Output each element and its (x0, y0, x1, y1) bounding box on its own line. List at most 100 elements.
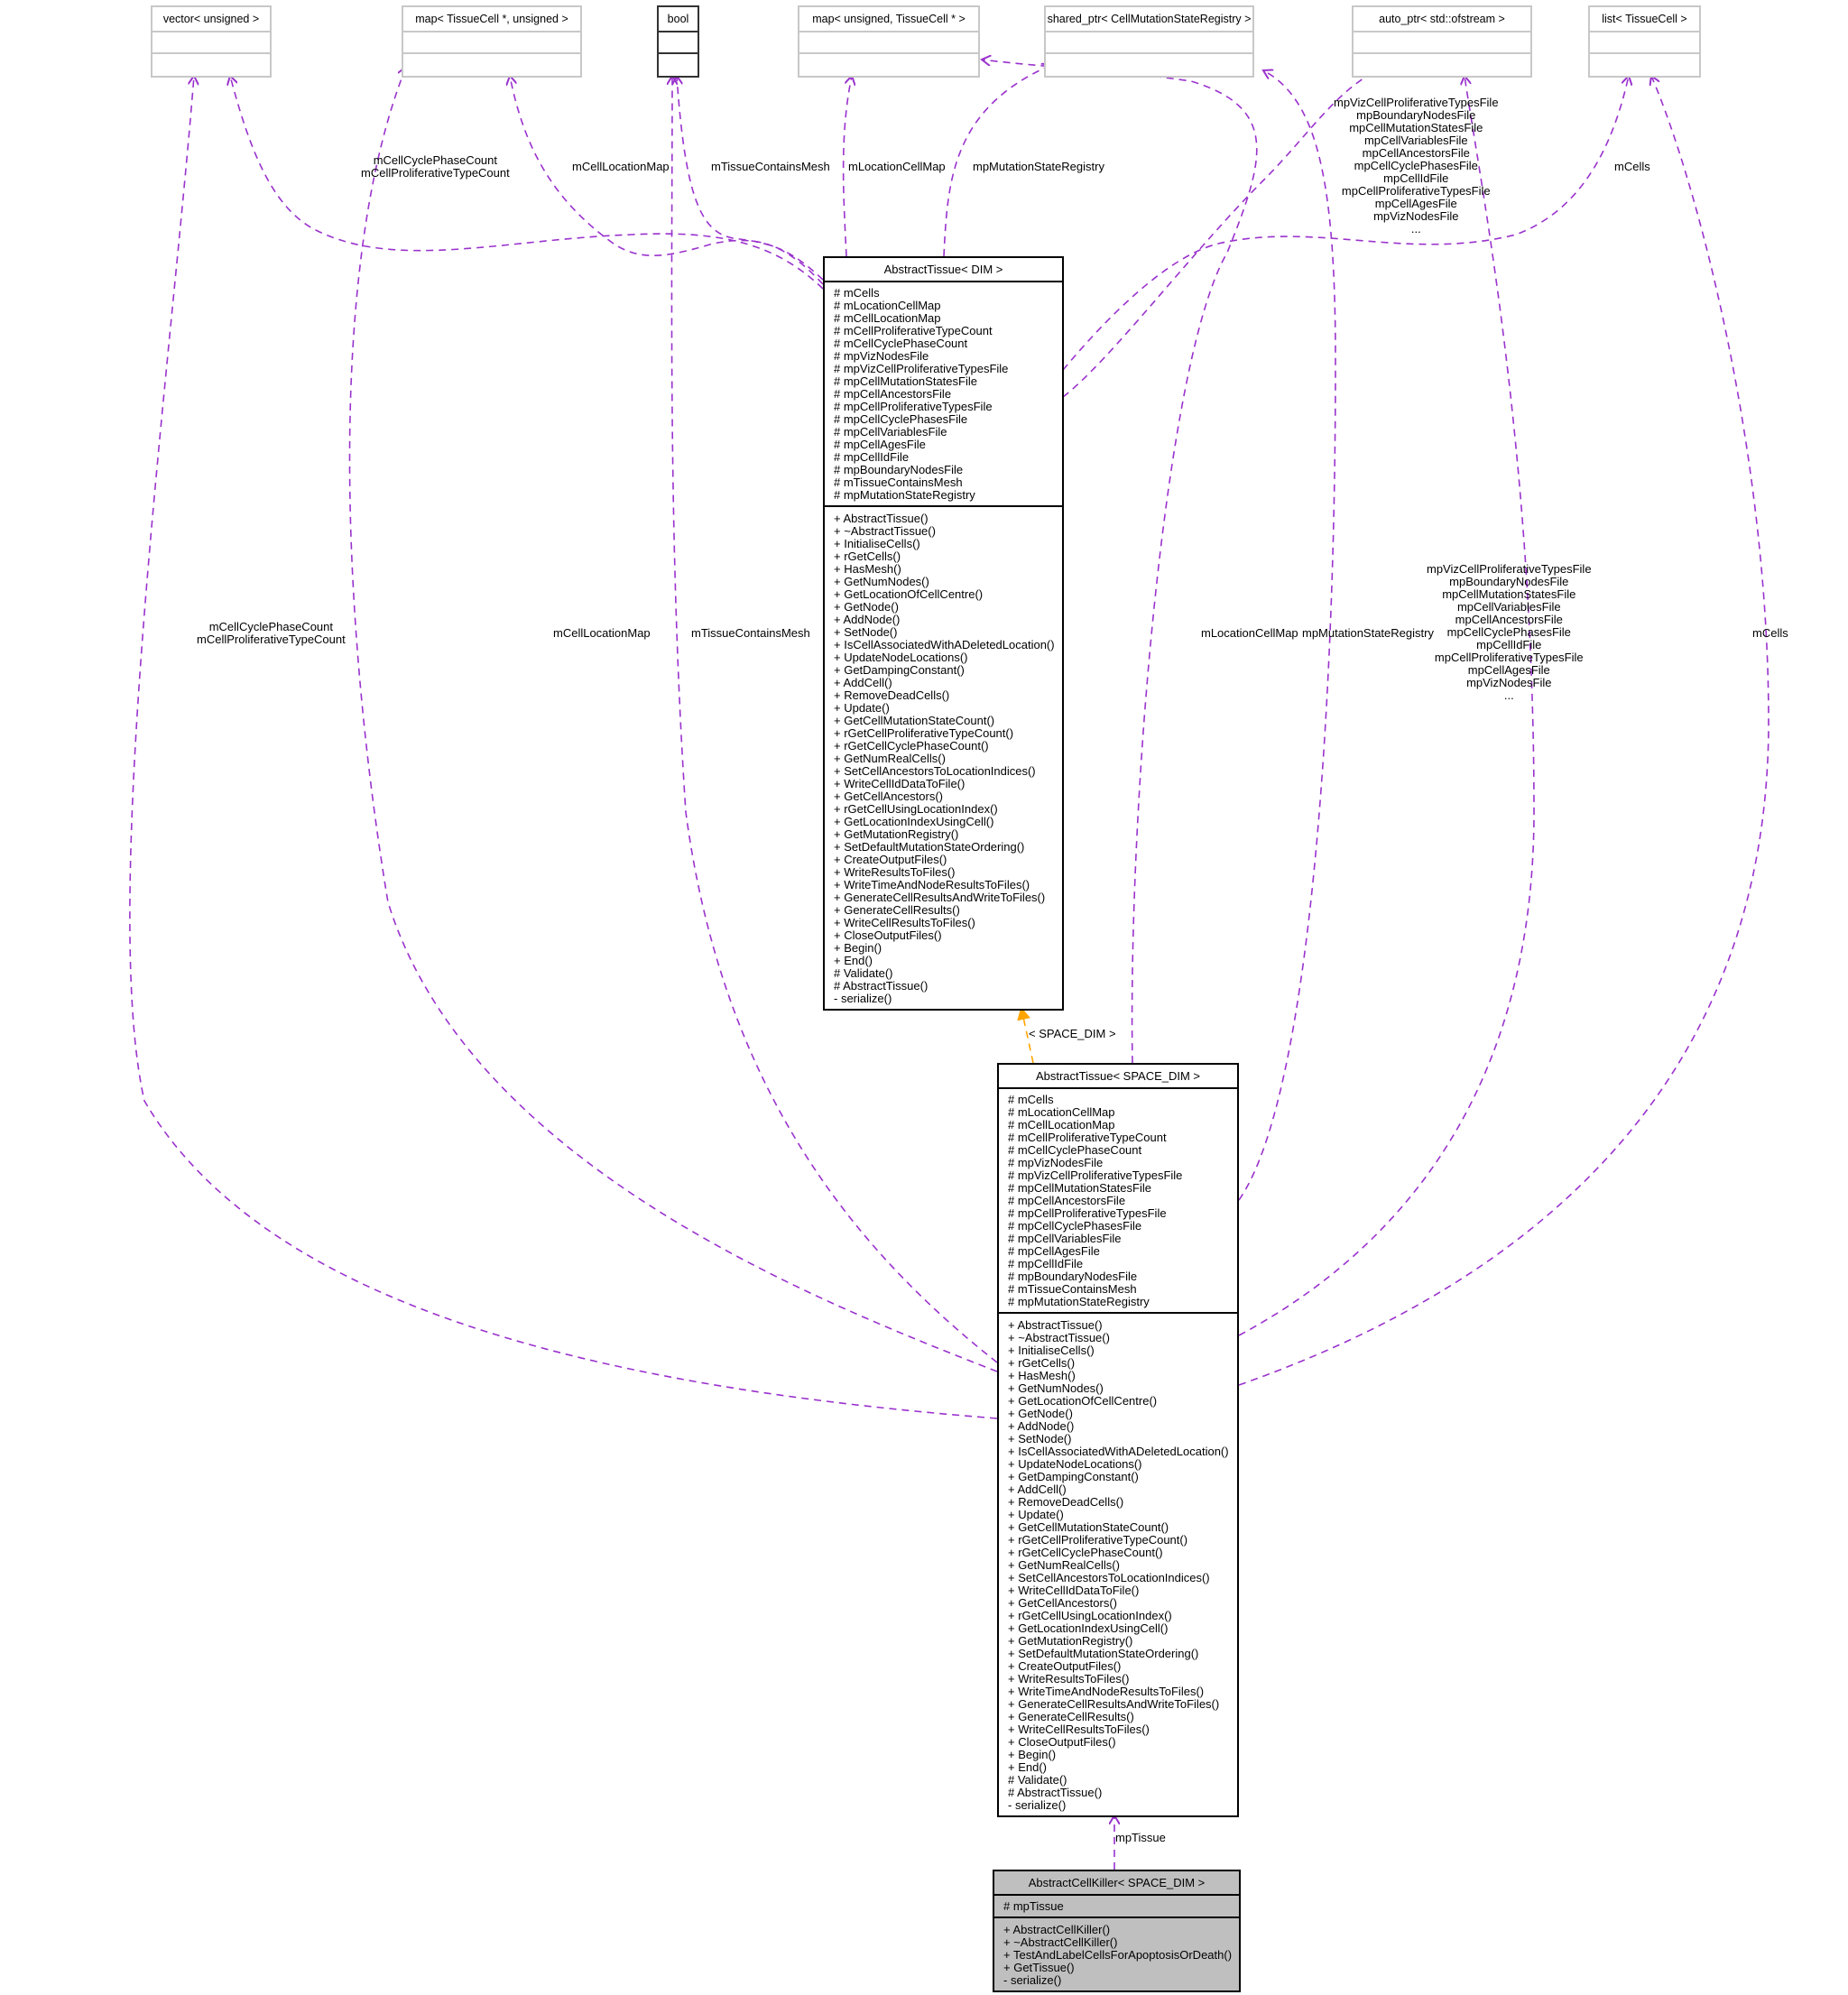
type-method-section (659, 54, 698, 76)
class-method: + AbstractTissue() (834, 512, 929, 525)
edge-dim-map-cell-unsigned (510, 76, 824, 285)
edge-label-line: mpCellProliferativeTypesFile (1434, 651, 1584, 664)
class-method: + HasMesh() (1008, 1369, 1076, 1382)
class-method: + HasMesh() (834, 562, 901, 576)
class-method: + rGetCellCyclePhaseCount() (1008, 1546, 1163, 1559)
class-method: + rGetCells() (834, 550, 901, 563)
class-method: + GetTissue() (1003, 1961, 1075, 1974)
class-attribute: # mpCellAncestorsFile (834, 387, 952, 401)
class-method: + GetDampingConstant() (1008, 1470, 1139, 1483)
type-title: map< unsigned, TissueCell * > (799, 7, 978, 32)
type-auto-ptr-ofstream[interactable]: auto_ptr< std::ofstream > (1352, 5, 1532, 78)
edge-label-line: mpCellProliferativeTypesFile (1341, 184, 1491, 198)
edge-label-line: mCellCyclePhaseCount (208, 620, 333, 633)
edge-label-line: mpCellAgesFile (1374, 197, 1457, 210)
class-method: # AbstractTissue() (834, 979, 929, 993)
class-method: + rGetCellUsingLocationIndex() (834, 802, 998, 816)
class-abstract-tissue-space-dim[interactable]: AbstractTissue< SPACE_DIM > # mCells # mL… (997, 1063, 1239, 1817)
type-vector-unsigned[interactable]: vector< unsigned > (151, 5, 272, 78)
class-methods: + AbstractTissue() + ~AbstractTissue() + I… (999, 1314, 1237, 1815)
class-method: + WriteTimeAndNodeResultsToFiles() (834, 878, 1030, 891)
class-abstract-cell-killer[interactable]: AbstractCellKiller< SPACE_DIM > # mpTiss… (993, 1870, 1241, 1992)
edge-label-line: mpCellAncestorsFile (1362, 146, 1470, 160)
class-attribute: # mpCellAgesFile (1008, 1244, 1100, 1258)
class-method: + GetMutationRegistry() (1008, 1634, 1133, 1648)
edge-label-upper-location-cell-map: mLocationCellMap (848, 161, 946, 173)
class-attribute: # mpCellMutationStatesFile (834, 374, 977, 388)
class-attribute: # mCellProliferativeTypeCount (834, 324, 993, 337)
class-attribute: # mpVizNodesFile (1008, 1156, 1104, 1169)
class-method: - serialize() (834, 992, 892, 1005)
edge-label-line: mpCellVariablesFile (1456, 600, 1561, 614)
class-method: + GetLocationIndexUsingCell() (834, 815, 994, 828)
class-title: AbstractCellKiller< SPACE_DIM > (994, 1871, 1239, 1896)
type-attr-section (1590, 32, 1699, 54)
class-attribute: # mpBoundaryNodesFile (834, 463, 964, 476)
edge-label-line: mpCellMutationStatesFile (1349, 121, 1483, 134)
class-method: + Begin() (1008, 1748, 1057, 1761)
class-method: + WriteCellResultsToFiles() (1008, 1723, 1150, 1736)
class-method: + GetNumNodes() (834, 575, 929, 588)
type-attr-section (403, 32, 580, 54)
type-title: vector< unsigned > (152, 7, 270, 32)
edge-label-lower-tissue-contains-mesh: mTissueContainsMesh (691, 627, 810, 640)
class-attribute: # mCellLocationMap (834, 311, 941, 325)
edge-label-line: mpVizCellProliferativeTypesFile (1427, 562, 1592, 576)
edge-label-line: mpVizCellProliferativeTypesFile (1334, 96, 1499, 109)
class-method: + SetCellAncestorsToLocationIndices() (1008, 1571, 1210, 1584)
class-method: + GenerateCellResults() (834, 903, 960, 917)
edge-label-lower-mutation-state-registry: mpMutationStateRegistry (1302, 627, 1434, 640)
class-method: + ~AbstractTissue() (834, 524, 936, 538)
class-method: + RemoveDeadCells() (1008, 1495, 1124, 1509)
class-abstract-tissue-dim[interactable]: AbstractTissue< DIM > # mCells # mLocatio… (823, 256, 1064, 1011)
edge-label-upper-cycle-prolif: mCellCyclePhaseCount mCellProliferativeTy… (361, 154, 510, 180)
edge-label-line: mpBoundaryNodesFile (1449, 575, 1569, 588)
class-method: + GetNumRealCells() (1008, 1558, 1120, 1572)
class-method: + AddNode() (834, 613, 901, 626)
class-attribute: # mpVizCellProliferativeTypesFile (834, 362, 1009, 375)
edge-label-line: mpCellCyclePhasesFile (1354, 159, 1478, 172)
class-attribute: # mTissueContainsMesh (1008, 1282, 1137, 1296)
class-method: + SetDefaultMutationStateOrdering() (1008, 1647, 1199, 1660)
class-method: + ~AbstractTissue() (1008, 1331, 1110, 1344)
class-method: + CloseOutputFiles() (1008, 1735, 1116, 1749)
class-method: + AddCell() (1008, 1482, 1067, 1496)
edge-label-line: mpVizNodesFile (1373, 209, 1459, 223)
class-methods: + AbstractTissue() + ~AbstractTissue() + I… (825, 507, 1062, 1009)
class-method: + GenerateCellResults() (1008, 1710, 1134, 1723)
edge-label-upper-tissue-contains-mesh: mTissueContainsMesh (711, 161, 830, 173)
edge-label-line: mTissueContainsMesh (711, 160, 830, 173)
type-attr-section (659, 32, 698, 54)
class-attribute: # mpCellMutationStatesFile (1008, 1181, 1151, 1195)
class-method: + GetCellAncestors() (1008, 1596, 1118, 1610)
class-method: + GetCellAncestors() (834, 790, 944, 803)
class-method: + CreateOutputFiles() (1008, 1659, 1122, 1673)
class-method: + GetNode() (1008, 1407, 1073, 1420)
edge-label-lower-cells: mCells (1752, 627, 1788, 640)
type-bool[interactable]: bool (657, 5, 699, 78)
edge-label-line: mCellLocationMap (553, 626, 651, 640)
class-attribute: # mCellCyclePhaseCount (834, 337, 968, 350)
class-method: + GetLocationOfCellCentre() (834, 587, 984, 601)
type-list-tissuecell[interactable]: list< TissueCell > (1588, 5, 1701, 78)
class-method: + CloseOutputFiles() (834, 928, 942, 942)
edge-label-line: ... (1503, 688, 1514, 702)
type-shared-ptr-registry[interactable]: shared_ptr< CellMutationStateRegistry > (1044, 5, 1254, 78)
type-method-section (1046, 54, 1252, 76)
class-method: + GetNumNodes() (1008, 1381, 1104, 1395)
class-attributes: # mCells # mLocationCellMap # mCellLocatio… (999, 1089, 1237, 1314)
type-map-unsigned-tissuecell[interactable]: map< unsigned, TissueCell * > (798, 5, 980, 78)
edge-label-upper-cells: mCells (1614, 161, 1650, 173)
edge-label-line: mCellLocationMap (572, 160, 670, 173)
class-method: - serialize() (1003, 1973, 1062, 1987)
edge-label-line: mCells (1752, 626, 1788, 640)
class-attributes: # mCells # mLocationCellMap # mCellLocatio… (825, 282, 1062, 507)
type-title: shared_ptr< CellMutationStateRegistry > (1046, 7, 1252, 32)
type-map-tissuecell-unsigned[interactable]: map< TissueCell *, unsigned > (402, 5, 582, 78)
class-method: + UpdateNodeLocations() (1008, 1457, 1142, 1471)
class-method: + AddCell() (834, 676, 892, 689)
edge-label-mp-tissue: mpTissue (1115, 1831, 1166, 1844)
class-attribute: # mpCellAncestorsFile (1008, 1194, 1126, 1207)
class-attribute: # mpCellCyclePhasesFile (834, 412, 968, 426)
class-attributes: # mpTissue (994, 1896, 1239, 1918)
